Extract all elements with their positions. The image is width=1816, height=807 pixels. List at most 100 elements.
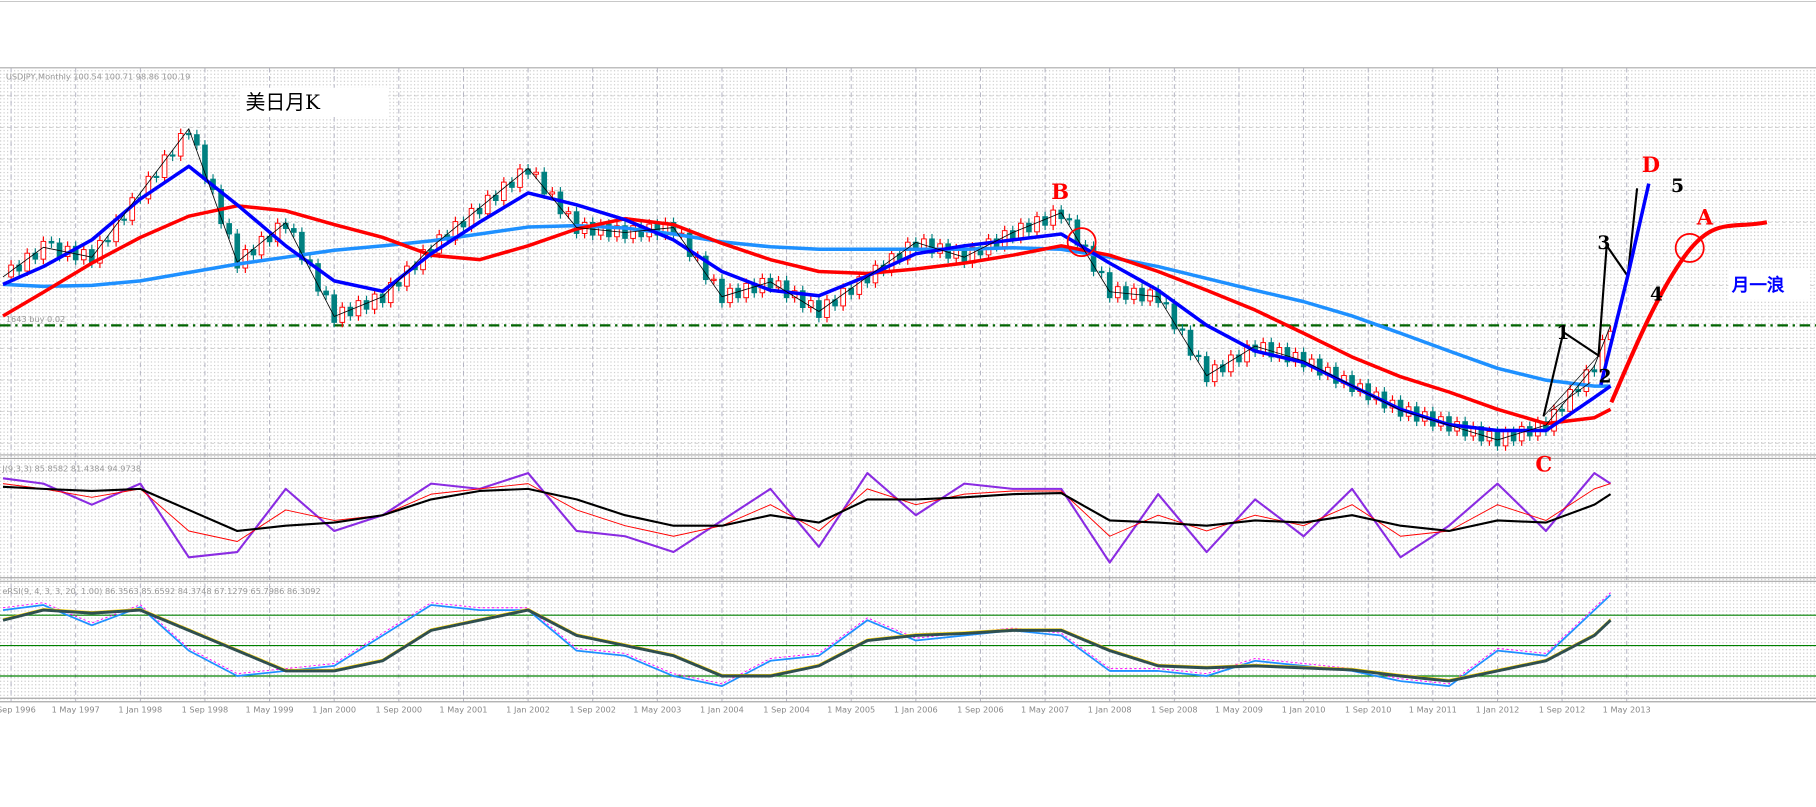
candle-bear: [1042, 216, 1048, 226]
candle-bear: [1559, 408, 1565, 412]
candle-bear: [396, 282, 402, 287]
label-wave-2: 2: [1599, 365, 1612, 387]
candle-bear: [1195, 354, 1202, 358]
candle-bear: [1163, 302, 1170, 305]
label-A: A: [1696, 205, 1714, 230]
x-tick-label: 1 Jan 2004: [700, 704, 744, 714]
candle-bear: [347, 306, 354, 317]
candle-bear: [1462, 421, 1468, 437]
label-D: D: [1642, 152, 1660, 177]
x-tick-label: 1 May 2013: [1603, 704, 1651, 714]
candle-bear: [291, 228, 297, 233]
candle-bull: [533, 171, 539, 175]
x-tick-label: 1 May 2011: [1409, 704, 1457, 714]
candle-bear: [735, 287, 741, 299]
candle-bear: [153, 175, 160, 178]
candle-bull: [1486, 431, 1493, 442]
x-tick-label: 1 Sep 2006: [957, 704, 1004, 714]
symbol-info: USDJPY,Monthly 100.54 100.71 98.86 100.1…: [6, 72, 190, 82]
candle-bull: [242, 249, 249, 269]
candle-bull: [711, 278, 717, 281]
candle-bear: [1098, 270, 1105, 274]
candle-bear: [1066, 218, 1073, 221]
label-wave-5: 5: [1671, 175, 1684, 197]
candle-bear: [1510, 431, 1517, 442]
candle-bull: [40, 240, 47, 260]
candle-bear: [48, 240, 55, 244]
candle-bull: [1001, 230, 1008, 248]
candle-bull: [1050, 209, 1056, 226]
candle-bear: [169, 154, 176, 157]
candle-bear: [56, 242, 63, 257]
candle-bull: [1034, 216, 1040, 233]
x-tick-label: 1 Sep 2012: [1539, 704, 1586, 714]
candle-bear: [105, 240, 111, 243]
candle-bear: [541, 171, 548, 195]
candle-bear: [1591, 369, 1598, 373]
candle-bear: [1058, 209, 1065, 220]
candle-bull: [824, 299, 830, 318]
kdj-label: J(9,3,3) 85.8582 81.4384 94.9738: [1, 463, 141, 473]
candle-bull: [727, 287, 733, 304]
candle-bull: [921, 238, 927, 249]
label-wave-3: 3: [1597, 232, 1610, 254]
x-tick-label: 1 May 2007: [1021, 704, 1069, 714]
candle-bear: [121, 218, 127, 221]
x-tick-label: 1 Jan 2010: [1282, 704, 1326, 714]
candle-bull: [339, 306, 346, 323]
label-B: B: [1051, 179, 1069, 204]
candle-bear: [1494, 431, 1501, 447]
x-tick-label: 1 Jan 2012: [1476, 704, 1520, 714]
candle-bull: [517, 168, 523, 188]
label-C: C: [1535, 451, 1552, 476]
x-tick-label: Sep 1996: [0, 704, 36, 714]
candle-bull: [743, 282, 749, 299]
x-tick-label: 1 Sep 2010: [1345, 704, 1392, 714]
x-tick-label: 1 Jan 2002: [506, 704, 550, 714]
level-line-label: 1643 buy 0.02: [6, 314, 65, 324]
x-tick-label: 1 May 2005: [827, 704, 875, 714]
candle-bear: [331, 294, 338, 323]
x-tick-label: 1 Jan 1998: [118, 704, 162, 714]
candle-bull: [24, 252, 31, 272]
candle-bull: [565, 211, 572, 215]
candle-bull: [1502, 431, 1509, 447]
candle-bull: [80, 249, 87, 261]
candle-bull: [501, 181, 507, 202]
candle-bull: [1518, 426, 1525, 442]
candle-bear: [1179, 328, 1186, 331]
x-tick-label: 1 May 2009: [1215, 704, 1263, 714]
candle-bear: [816, 300, 822, 318]
candle-bull: [371, 293, 378, 310]
x-tick-label: 1 May 1999: [246, 704, 294, 714]
chart-canvas[interactable]: USDJPY,Monthly 100.54 100.71 98.86 100.1…: [0, 0, 1816, 807]
x-tick-label: 1 Sep 1998: [182, 704, 229, 714]
chart-background: [0, 67, 1816, 702]
candle-bull: [355, 300, 362, 317]
candle-bull: [1583, 369, 1590, 392]
x-tick-label: 1 Sep 2002: [569, 704, 616, 714]
candle-bull: [484, 194, 491, 215]
label-wave-1: 1: [1556, 322, 1569, 344]
candle-bear: [363, 300, 370, 310]
candle-bull: [1211, 364, 1218, 383]
candle-bear: [1106, 272, 1113, 299]
candle-bear: [323, 290, 329, 296]
x-tick-label: 1 Jan 2000: [312, 704, 356, 714]
candle-bear: [1203, 356, 1210, 383]
candle-bull: [258, 235, 265, 256]
x-axis-labels: Sep 1996 1 May 1997 1 Jan 1998 1 Sep 1998 1 …: [0, 704, 1651, 714]
x-tick-label: 1 May 2003: [633, 704, 681, 714]
candle-bull: [840, 287, 846, 307]
label-month-wave-one: 月一浪: [1731, 275, 1785, 296]
candle-bear: [226, 223, 232, 235]
candle-bear: [719, 278, 725, 304]
x-tick-label: 1 May 2001: [439, 704, 487, 714]
candle-bear: [194, 134, 200, 146]
rsi-label: eRSI(9, 4, 3, 3, 20, 1.00) 86.3563 85.65…: [2, 586, 320, 596]
x-tick-label: 1 Sep 2008: [1151, 704, 1198, 714]
candle-bull: [468, 207, 475, 228]
candle-bear: [783, 280, 790, 299]
candle-bull: [1260, 342, 1267, 353]
chart-title: 美日月K: [246, 91, 322, 114]
